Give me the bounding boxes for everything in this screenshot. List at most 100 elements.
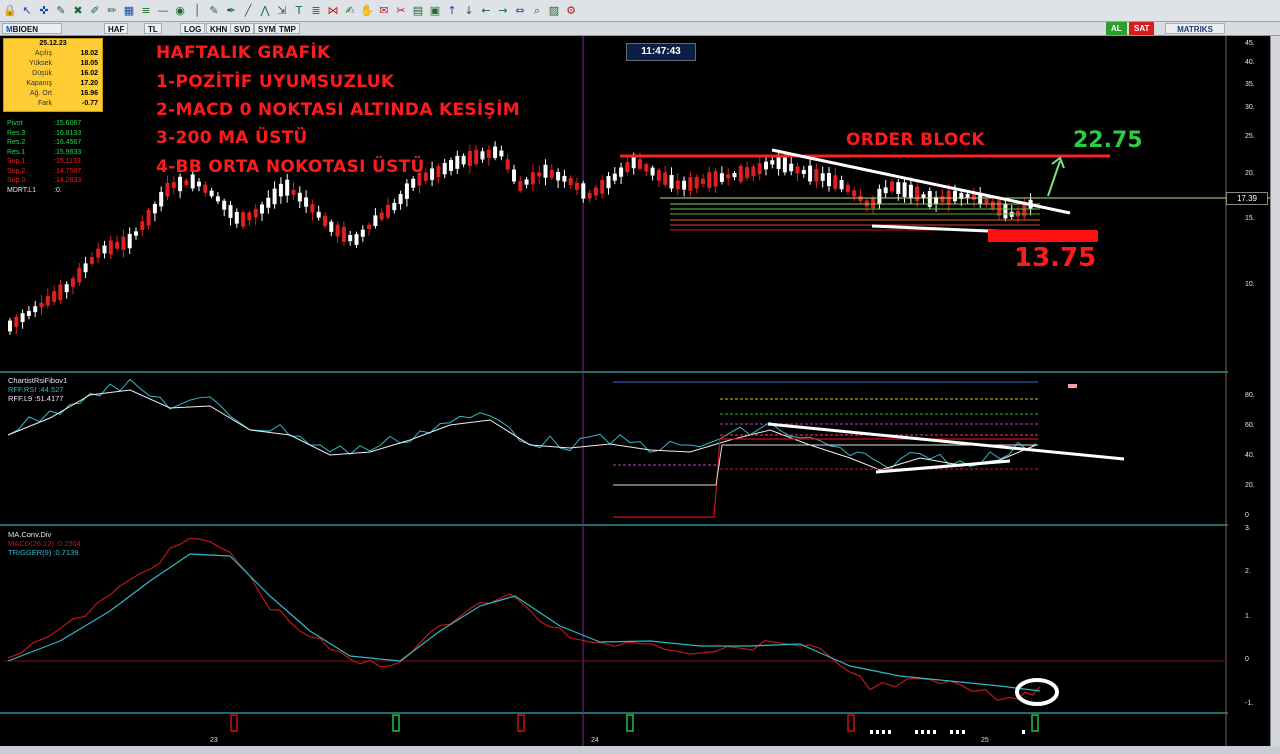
candle-body (241, 212, 246, 227)
cut-icon[interactable]: ✂ (393, 3, 409, 19)
expand-icon[interactable]: ⇔ (512, 3, 528, 19)
measure-icon[interactable]: ⇲ (274, 3, 290, 19)
brush-icon[interactable]: ✏ (104, 3, 120, 19)
down-arrow-icon[interactable]: ↓ (461, 3, 477, 19)
horizontal-scrollbar[interactable] (0, 746, 1280, 754)
rsi-panel-title: ChartistRsiFibov1 (8, 376, 68, 385)
sym-button-haf[interactable]: HAF (104, 23, 129, 34)
signal-marker (847, 714, 855, 732)
sym-button-tl[interactable]: TL (144, 23, 162, 34)
candle-body (152, 204, 157, 214)
hand-icon[interactable]: ✋ (359, 3, 375, 19)
candle-body (272, 188, 277, 205)
price-axis-tick: 15. (1245, 215, 1255, 222)
candle-body (461, 155, 466, 165)
rsi-label: RFF.RSI (8, 385, 37, 394)
candle-body (442, 162, 447, 175)
rsi-axis-tick: 20. (1245, 482, 1255, 489)
info-label: Fark (38, 100, 52, 107)
candle-body (285, 179, 290, 196)
candle-body (726, 174, 731, 179)
zigzag-icon[interactable]: ⋀ (257, 3, 273, 19)
zoom-icon[interactable]: ⌕ (529, 3, 545, 19)
arrow-cursor-icon[interactable]: ↖ (19, 3, 35, 19)
price-axis-tick: 30. (1245, 104, 1255, 111)
tools-icon[interactable]: ✖ (70, 3, 86, 19)
left-arrow-icon[interactable]: ← (478, 3, 494, 19)
pattern-icon[interactable]: ⋈ (325, 3, 341, 19)
pivot-label: MDRT.L1 (7, 186, 37, 194)
candle-body (197, 181, 201, 187)
price-axis-tick: 25. (1245, 133, 1255, 140)
vertical-scrollbar[interactable] (1270, 36, 1280, 746)
candle-body (341, 226, 346, 242)
note-icon[interactable]: ✉ (376, 3, 392, 19)
candle-body (682, 180, 687, 190)
signal-dot (956, 730, 959, 734)
candle-body (304, 197, 309, 207)
minus-icon[interactable]: — (155, 3, 171, 19)
calendar-icon[interactable]: ▣ (427, 3, 443, 19)
text-icon[interactable]: T (291, 3, 307, 19)
candle-body (751, 166, 756, 177)
annotation-item-2: 2-MACD 0 NOKTASI ALTINDA KESİŞİM (156, 100, 520, 120)
candle-body (8, 320, 12, 332)
fib-icon[interactable]: ≣ (308, 3, 324, 19)
symbol-selector[interactable]: MBIOEN (2, 23, 62, 34)
candle-body (770, 160, 775, 165)
grid-icon[interactable]: ▦ (121, 3, 137, 19)
rsi-axis-tick: 60. (1245, 422, 1255, 429)
time-axis-label: 23 (210, 737, 218, 744)
candle-body (247, 212, 252, 221)
rsi-marker (1068, 384, 1077, 388)
candle-body (644, 164, 649, 172)
candle-body (278, 183, 283, 197)
up-arrow-icon[interactable]: ↑ (444, 3, 460, 19)
candle-body (20, 313, 25, 323)
pen-icon[interactable]: ✐ (87, 3, 103, 19)
candle-body (14, 316, 19, 327)
right-arrow-icon[interactable]: → (495, 3, 511, 19)
bar-icon[interactable]: │ (189, 3, 205, 19)
candle-body (833, 175, 838, 189)
pivot-label: Res.3 (7, 129, 26, 137)
support-block (988, 230, 1098, 242)
info-value: 16.96 (80, 90, 98, 97)
candle-body (373, 215, 378, 227)
lock-icon[interactable]: 🔒 (2, 3, 18, 19)
candle-body (455, 155, 460, 169)
sell-button[interactable]: SAT (1129, 22, 1155, 35)
symbol-bar: MBIOEN HAF TL LOG KHN SVD SYM TMP AL SAT MATRI… (0, 22, 1280, 36)
vision-icon[interactable]: ◉ (172, 3, 188, 19)
candle-body (89, 257, 94, 264)
candle-body (222, 200, 227, 210)
buy-button[interactable]: AL (1106, 22, 1127, 35)
symbol-name: BIOEN (12, 25, 39, 34)
marker-icon[interactable]: ✒ (223, 3, 239, 19)
candle-body (908, 184, 913, 198)
settings-icon[interactable]: ⚙ (563, 3, 579, 19)
sym-button-khn[interactable]: KHN (206, 23, 232, 34)
candle-body (115, 241, 120, 249)
pivot-row: Sup.3:14.2633 (7, 176, 107, 186)
candle-body (291, 189, 296, 195)
info-value: 18.05 (80, 60, 98, 67)
candle-body (782, 157, 787, 173)
pivot-label: Res.1 (7, 148, 26, 156)
sym-button-log[interactable]: LOG (180, 23, 206, 34)
candle-body (940, 195, 945, 203)
image-icon[interactable]: ▨ (546, 3, 562, 19)
rsi-axis-tick: 40. (1245, 452, 1255, 459)
sym-button-svd[interactable]: SVD (230, 23, 255, 34)
ruler-icon[interactable]: ╱ (240, 3, 256, 19)
pencil-icon[interactable]: ✎ (206, 3, 222, 19)
paste-icon[interactable]: ▤ (410, 3, 426, 19)
lines-icon[interactable]: ≡ (138, 3, 154, 19)
sym-button-tmp[interactable]: TMP (275, 23, 300, 34)
draw-icon[interactable]: ✎ (53, 3, 69, 19)
pivot-label: Sup.1 (7, 158, 26, 165)
info-label: Kapanış (26, 80, 52, 87)
crosshair-icon[interactable]: ✜ (36, 3, 52, 19)
edit-icon[interactable]: ✍ (342, 3, 358, 19)
signal-marker (626, 714, 634, 732)
